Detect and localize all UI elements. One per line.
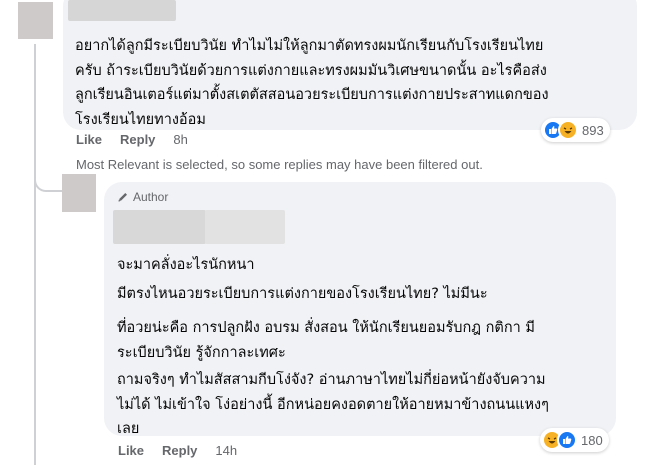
reply-line: ระเบียบวินัย รู้จักกาละเทศะ	[117, 344, 286, 361]
reply-actions: Like Reply 14h	[118, 443, 237, 458]
reaction-count: 893	[582, 122, 604, 138]
like-icon	[557, 430, 577, 450]
reply-paragraph: ที่อวยน่ะคือ การปลูกฝัง อบรม สั่งสอน ให้…	[117, 316, 535, 365]
reply-timestamp[interactable]: 14h	[215, 443, 237, 458]
comment-line: โรงเรียนไทยทางอ้อม	[75, 111, 206, 128]
author-name-redacted-part	[205, 210, 285, 244]
author-avatar[interactable]	[62, 174, 96, 212]
reply-connector	[34, 158, 64, 192]
reply-button[interactable]: Reply	[120, 132, 155, 147]
reply-line: ไม่ได้ ไม่เข้าใจ โง่อย่างนี้ อีกหน่อยคงอ…	[117, 396, 549, 413]
reaction-count: 180	[581, 432, 603, 448]
reply-paragraph: จะมาคลั่งอะไรนักหนา	[117, 253, 255, 278]
reply-paragraph: ถามจริงๆ ทำไมสัสสามกีบโง่จัง? อ่านภาษาไท…	[117, 368, 549, 442]
comment-text: อยากได้ลูกมีระเบียบวินัย ทำไมไม่ให้ลูกมา…	[75, 34, 549, 132]
commenter-avatar[interactable]	[18, 2, 53, 39]
reaction-summary[interactable]: 180	[540, 428, 609, 452]
author-badge: Author	[117, 190, 168, 204]
reply-line: จะมาคลั่งอะไรนักหนา	[117, 257, 255, 273]
comment-line: อยากได้ลูกมีระเบียบวินัย ทำไมไม่ให้ลูกมา…	[75, 38, 544, 54]
reply-line: ถามจริงๆ ทำไมสัสสามกีบโง่จัง? อ่านภาษาไท…	[117, 372, 546, 388]
reaction-summary[interactable]: 893	[541, 118, 610, 142]
author-badge-label: Author	[133, 190, 169, 204]
comment-line: ลูกเรียนอินเตอร์แต่มาตั้งสเตตัสสอนอวยระเ…	[75, 87, 549, 103]
commenter-name-redacted[interactable]	[68, 0, 176, 21]
comment-actions: Like Reply 8h	[76, 132, 188, 147]
reply-line: มีตรงไหนอวยระเบียบการแต่งกายของโรงเรียนไ…	[117, 286, 488, 302]
reply-paragraph: มีตรงไหนอวยระเบียบการแต่งกายของโรงเรียนไ…	[117, 282, 488, 307]
reply-line: ที่อวยน่ะคือ การปลูกฝัง อบรม สั่งสอน ให้…	[117, 320, 535, 336]
reply-button[interactable]: Reply	[162, 443, 197, 458]
like-button[interactable]: Like	[118, 443, 144, 458]
reply-line: เลย	[117, 421, 140, 437]
comment-timestamp[interactable]: 8h	[173, 132, 187, 147]
haha-icon	[558, 120, 578, 140]
filter-notice: Most Relevant is selected, so some repli…	[76, 157, 483, 172]
author-name-redacted[interactable]	[113, 210, 206, 244]
comment-line: ครับ ถ้าระเบียบวินัยด้วยการแต่งกายและทรง…	[75, 62, 547, 79]
thread-line	[34, 44, 36, 465]
like-button[interactable]: Like	[76, 132, 102, 147]
pen-icon	[118, 193, 127, 202]
